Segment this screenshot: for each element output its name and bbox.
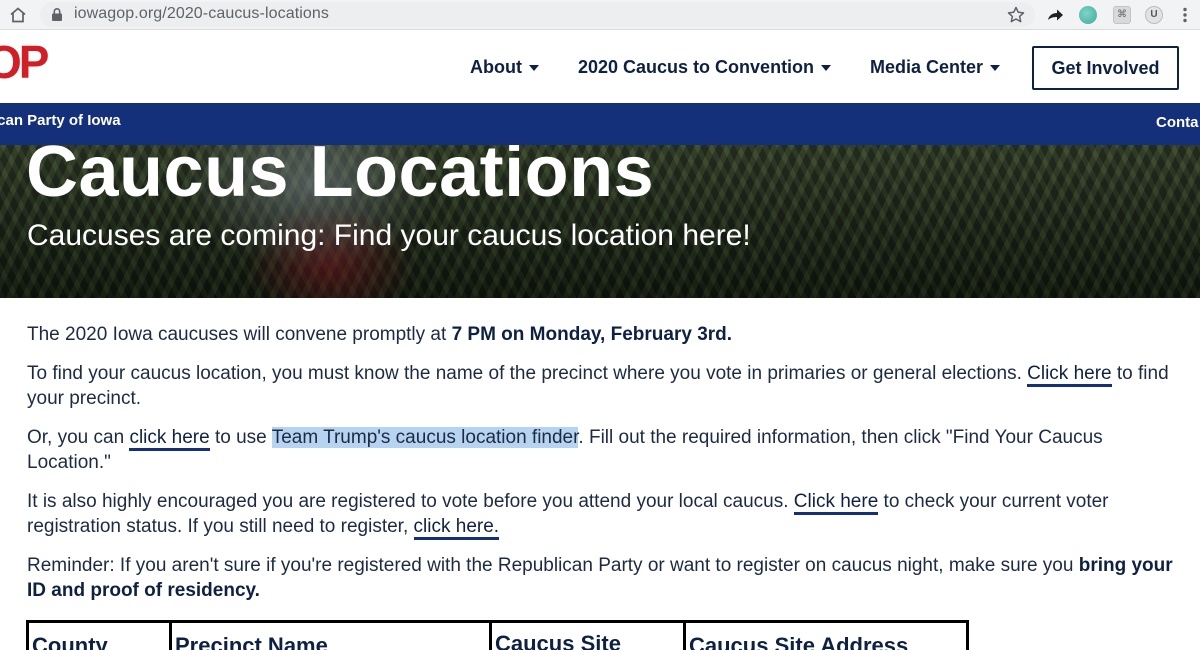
hero-subtitle: Caucuses are coming: Find your caucus lo… bbox=[27, 219, 751, 252]
caucus-finder-link[interactable]: click here bbox=[129, 427, 210, 451]
nav-about-label[interactable]: About bbox=[470, 57, 522, 78]
contact-link[interactable]: Conta bbox=[1156, 114, 1199, 131]
home-icon[interactable] bbox=[8, 5, 28, 25]
table-header-county: County bbox=[29, 623, 172, 650]
precinct-paragraph: To find your caucus location, you must k… bbox=[27, 361, 1187, 411]
nav-about[interactable]: About bbox=[470, 57, 539, 78]
reminder-paragraph: Reminder: If you aren't sure if you're r… bbox=[27, 553, 1187, 603]
get-involved-button[interactable]: Get Involved bbox=[1032, 46, 1179, 90]
party-bar: ican Party of Iowa Conta bbox=[0, 103, 1200, 145]
u-extension-icon[interactable]: U bbox=[1145, 6, 1163, 24]
caucus-time-text: The 2020 Iowa caucuses will convene prom… bbox=[27, 324, 452, 345]
hero-banner: Caucus Locations Caucuses are coming: Fi… bbox=[0, 145, 1200, 298]
site-header: OP About 2020 Caucus to Convention Media… bbox=[0, 31, 1200, 103]
site-logo[interactable]: OP bbox=[0, 39, 49, 85]
reminder-text: Reminder: If you aren't sure if you're r… bbox=[27, 555, 1079, 576]
address-bar[interactable]: iowagop.org/2020-caucus-locations bbox=[40, 2, 1035, 27]
share-extension-icon[interactable] bbox=[1046, 6, 1064, 24]
check-registration-link[interactable]: Click here bbox=[793, 491, 879, 515]
caucus-locations-table: County Precinct Name Caucus Site Caucus … bbox=[26, 620, 969, 650]
chevron-down-icon bbox=[528, 65, 539, 71]
table-header-caucus-site: Caucus Site bbox=[492, 623, 686, 650]
registration-text: It is also highly encouraged you are reg… bbox=[27, 491, 794, 512]
page-title: Caucus Locations bbox=[26, 145, 655, 212]
nav-media-label[interactable]: Media Center bbox=[870, 57, 983, 78]
main-content: The 2020 Iowa caucuses will convene prom… bbox=[27, 322, 1187, 617]
kebab-menu-icon[interactable] bbox=[1176, 6, 1194, 24]
browser-toolbar: iowagop.org/2020-caucus-locations ⌘ U bbox=[0, 0, 1200, 30]
chevron-down-icon bbox=[821, 65, 832, 71]
find-precinct-link[interactable]: Click here bbox=[1027, 363, 1112, 387]
caucus-time-bold: 7 PM on Monday, February 3rd. bbox=[451, 324, 733, 345]
nav-caucus-to-convention[interactable]: 2020 Caucus to Convention bbox=[578, 57, 832, 78]
finder-text-middle: to use bbox=[209, 427, 272, 448]
highlighted-finder-text: Team Trump's caucus location finder bbox=[271, 427, 579, 448]
box-extension-icon[interactable]: ⌘ bbox=[1113, 6, 1131, 24]
circle-extension-icon[interactable] bbox=[1079, 6, 1097, 24]
trump-finder-paragraph: Or, you can click here to use Team Trump… bbox=[27, 425, 1187, 475]
party-name[interactable]: ican Party of Iowa bbox=[0, 112, 121, 129]
table-header-precinct: Precinct Name bbox=[172, 623, 492, 650]
nav-caucus-label[interactable]: 2020 Caucus to Convention bbox=[578, 57, 814, 78]
registration-paragraph: It is also highly encouraged you are reg… bbox=[27, 489, 1187, 540]
chevron-down-icon bbox=[990, 65, 1001, 71]
caucus-time-paragraph: The 2020 Iowa caucuses will convene prom… bbox=[27, 322, 1187, 347]
url-text[interactable]: iowagop.org/2020-caucus-locations bbox=[74, 5, 329, 23]
lock-icon[interactable] bbox=[50, 7, 64, 22]
finder-text: Or, you can bbox=[27, 427, 130, 448]
precinct-text: To find your caucus location, you must k… bbox=[27, 363, 1028, 384]
star-icon[interactable] bbox=[1006, 5, 1026, 25]
register-link[interactable]: click here. bbox=[413, 516, 500, 540]
table-header-address: Caucus Site Address bbox=[689, 633, 909, 650]
nav-media-center[interactable]: Media Center bbox=[870, 57, 1001, 78]
